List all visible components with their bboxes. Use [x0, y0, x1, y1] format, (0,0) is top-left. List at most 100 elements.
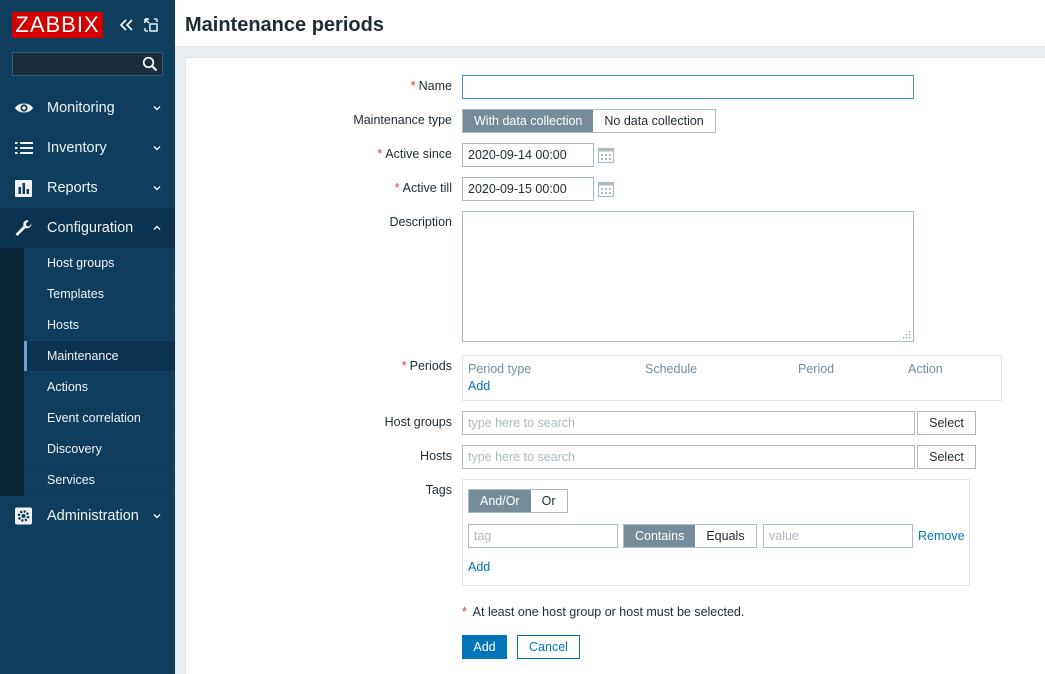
tag-value-input[interactable]: [763, 524, 913, 548]
hosts-input[interactable]: [462, 445, 915, 469]
sidebar-search: [12, 52, 163, 76]
periods-label-text: Periods: [409, 359, 452, 373]
name-label: * Name: [411, 79, 452, 93]
operator-contains-option[interactable]: Contains: [624, 525, 696, 547]
eye-icon: [15, 103, 33, 113]
required-asterisk: *: [394, 181, 400, 195]
chevron-down-icon: [153, 186, 161, 191]
calendar-icon[interactable]: [597, 146, 615, 164]
sidebar-item-hosts[interactable]: Hosts: [24, 310, 175, 341]
list-icon: [15, 142, 33, 154]
host-groups-select-button[interactable]: Select: [917, 411, 976, 435]
operator-equals-option[interactable]: Equals: [695, 525, 756, 547]
collapse-sidebar-icon[interactable]: [118, 16, 136, 34]
sidebar-item-label: Discovery: [47, 442, 102, 456]
menu-configuration[interactable]: Configuration: [0, 208, 175, 248]
configuration-submenu: Host groups Templates Hosts Maintenance …: [0, 248, 175, 496]
required-note-text: At least one host group or host must be …: [472, 605, 745, 619]
menu-monitoring[interactable]: Monitoring: [0, 88, 175, 128]
bar-chart-icon: [15, 180, 32, 197]
required-asterisk: *: [462, 605, 467, 619]
menu-administration[interactable]: Administration: [0, 496, 175, 536]
tags-evaltype-toggle: And/Or Or: [468, 489, 568, 513]
name-label-text: Name: [418, 79, 452, 93]
required-asterisk: *: [401, 359, 407, 373]
sidebar-item-event-correlation[interactable]: Event correlation: [24, 403, 175, 434]
sidebar-item-label: Services: [47, 473, 95, 487]
tag-name-input[interactable]: [468, 524, 618, 548]
with-data-collection-option[interactable]: With data collection: [463, 110, 594, 132]
menu-reports[interactable]: Reports: [0, 168, 175, 208]
sidebar-item-label: Maintenance: [47, 349, 119, 363]
required-asterisk: *: [377, 147, 383, 161]
chevron-up-icon: [153, 225, 161, 230]
sidebar-item-actions[interactable]: Actions: [24, 372, 175, 403]
sidebar-item-templates[interactable]: Templates: [24, 279, 175, 310]
sidebar-item-label: Event correlation: [47, 411, 141, 425]
submenu-band: [0, 248, 24, 496]
menu-label: Configuration: [47, 220, 134, 236]
kiosk-mode-icon[interactable]: [142, 16, 160, 34]
add-button[interactable]: Add: [462, 635, 507, 659]
periods-col-schedule: Schedule: [645, 362, 698, 376]
active-since-input[interactable]: [462, 143, 594, 167]
active-till-label-text: Active till: [402, 181, 452, 195]
sidebar-item-label: Hosts: [47, 318, 79, 332]
tag-operator-toggle: Contains Equals: [623, 524, 757, 548]
host-groups-label: Host groups: [384, 415, 452, 429]
sidebar-item-services[interactable]: Services: [24, 465, 175, 496]
chevron-down-icon: [153, 514, 161, 519]
evaltype-and-or-option[interactable]: And/Or: [469, 490, 531, 512]
maintenance-form: * Name Maintenance type With data collect…: [185, 57, 1045, 674]
name-input[interactable]: [462, 75, 914, 99]
sidebar-item-label: Host groups: [47, 256, 115, 270]
sidebar-item-label: Actions: [47, 380, 88, 394]
chevron-down-icon: [153, 146, 161, 151]
menu-label: Reports: [47, 180, 98, 196]
active-since-label-text: Active since: [385, 147, 452, 161]
search-icon[interactable]: [142, 56, 158, 72]
sidebar-item-label: Templates: [47, 287, 104, 301]
menu-inventory[interactable]: Inventory: [0, 128, 175, 168]
sidebar-search-input[interactable]: [13, 53, 138, 75]
required-asterisk: *: [410, 79, 416, 93]
evaltype-or-option[interactable]: Or: [530, 490, 567, 512]
tags-table: And/Or Or Contains Equals Remove Add: [462, 479, 970, 586]
periods-col-period: Period: [798, 362, 835, 376]
periods-label: * Periods: [402, 359, 452, 373]
sidebar-item-host-groups[interactable]: Host groups: [24, 248, 175, 279]
host-groups-input[interactable]: [462, 411, 915, 435]
page-header: Maintenance periods: [175, 0, 1045, 47]
description-label: Description: [389, 215, 452, 229]
logo-row: ZABBIX: [0, 0, 175, 46]
menu-label: Administration: [47, 508, 139, 524]
calendar-icon[interactable]: [597, 180, 615, 198]
tags-label: Tags: [425, 483, 452, 497]
no-data-collection-option[interactable]: No data collection: [593, 110, 715, 132]
sidebar: ZABBIX Monitoring Inventory Reports Conf…: [0, 0, 175, 674]
resize-handle-icon[interactable]: [902, 330, 911, 339]
add-tag-link[interactable]: Add: [468, 560, 490, 574]
menu-label: Inventory: [47, 140, 107, 156]
remove-tag-link[interactable]: Remove: [918, 529, 965, 543]
active-till-input[interactable]: [462, 177, 594, 201]
main-menu: Monitoring Inventory Reports Configurati…: [0, 88, 175, 536]
maintenance-type-label: Maintenance type: [353, 113, 452, 127]
menu-label: Monitoring: [47, 100, 115, 116]
hosts-select-button[interactable]: Select: [917, 445, 976, 469]
active-till-label: * Active till: [395, 181, 452, 195]
wrench-icon: [15, 220, 32, 236]
periods-col-period-type: Period type: [468, 362, 532, 376]
sidebar-item-discovery[interactable]: Discovery: [24, 434, 175, 465]
gear-icon: [15, 507, 32, 525]
cancel-button[interactable]: Cancel: [517, 635, 580, 659]
required-note: * At least one host group or host must b…: [462, 605, 744, 619]
add-period-link[interactable]: Add: [468, 379, 490, 393]
active-since-label: * Active since: [377, 147, 452, 161]
sidebar-item-maintenance[interactable]: Maintenance: [24, 341, 175, 372]
description-textarea[interactable]: [462, 211, 914, 342]
zabbix-logo[interactable]: ZABBIX: [12, 12, 103, 38]
chevron-down-icon: [153, 106, 161, 111]
periods-col-action: Action: [908, 362, 943, 376]
maintenance-type-toggle: With data collection No data collection: [462, 109, 716, 133]
